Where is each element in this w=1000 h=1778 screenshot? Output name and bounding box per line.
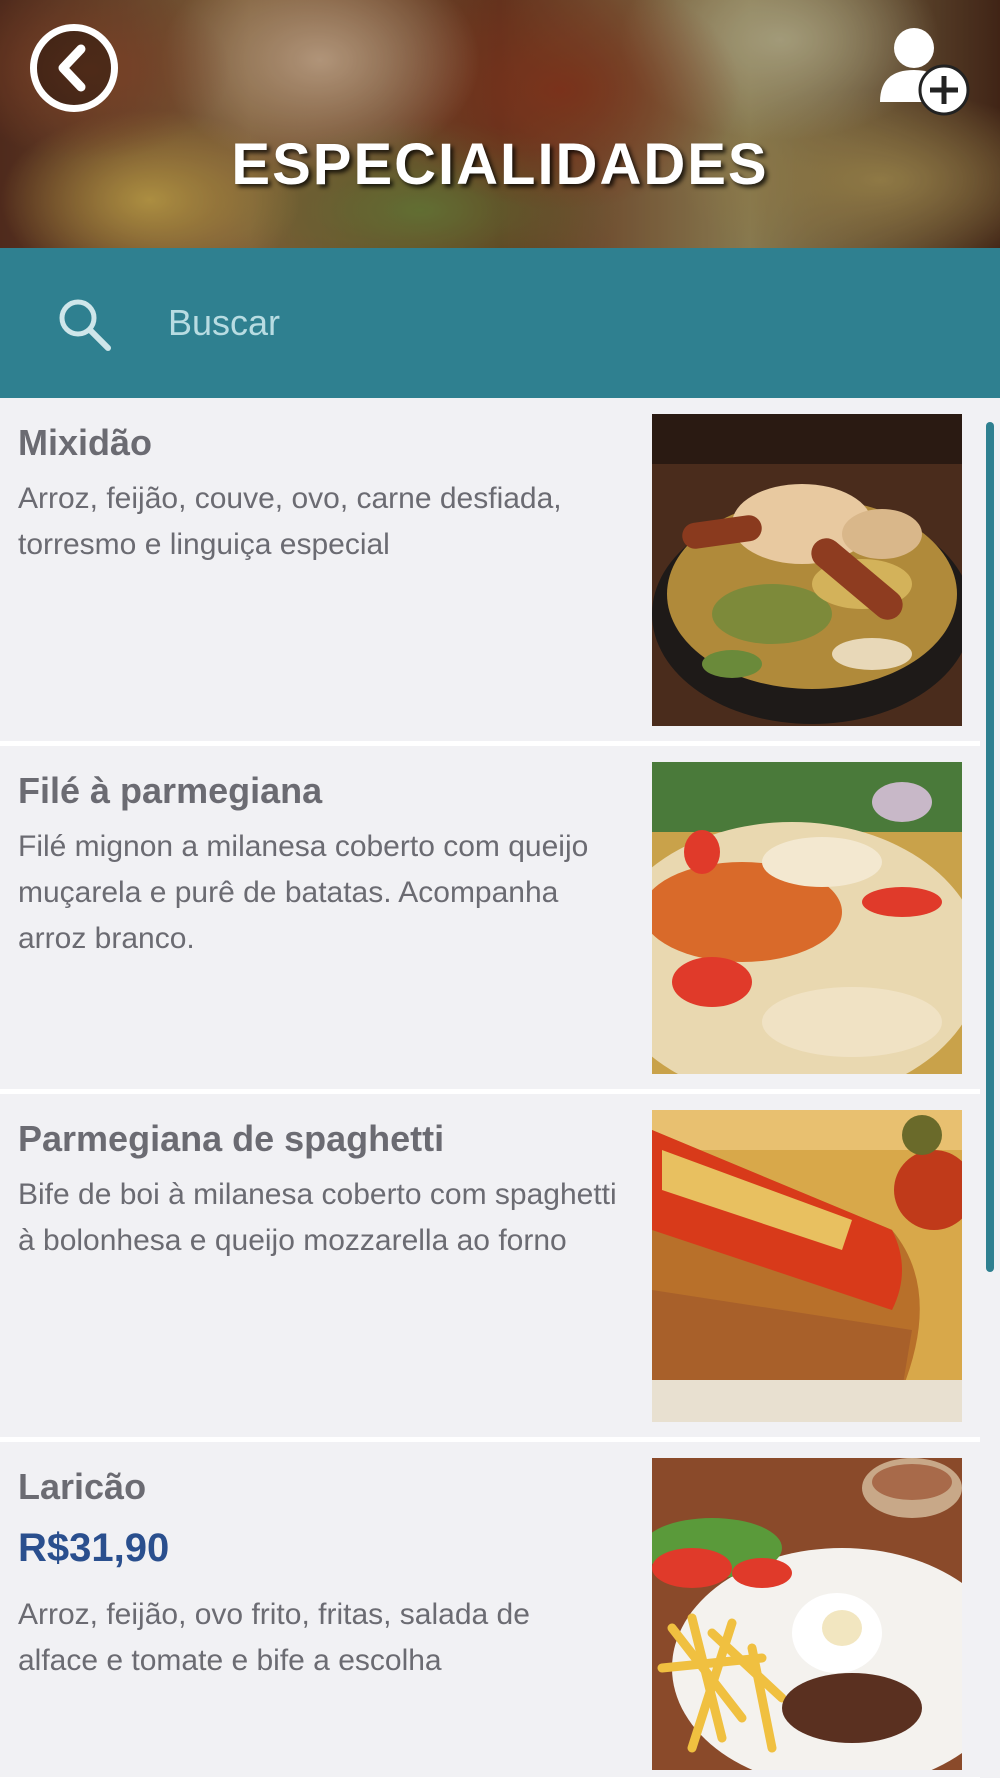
back-button[interactable] — [30, 24, 118, 112]
item-description: Arroz, feijão, couve, ovo, carne desfiad… — [18, 482, 562, 561]
list-item[interactable]: Mixidão Arroz, feijão, couve, ovo, carne… — [0, 398, 980, 746]
scrollbar[interactable] — [986, 422, 994, 1272]
header-banner: ESPECIALIDADES — [0, 0, 1000, 248]
app-screen: ESPECIALIDADES Mixidão Arroz, feijão, co… — [0, 0, 1000, 1778]
list-item[interactable]: Parmegiana de spaghetti Bife de boi à mi… — [0, 1094, 980, 1442]
add-user-button[interactable] — [872, 20, 972, 120]
list-item[interactable]: Filé à parmegiana Filé mignon a milanesa… — [0, 746, 980, 1094]
item-title: Mixidão — [18, 422, 153, 463]
item-description: Filé mignon a milanesa coberto com queij… — [18, 830, 589, 955]
dish-photo — [652, 414, 962, 726]
list-item[interactable]: Laricão R$31,90 Arroz, feijão, ovo frito… — [0, 1442, 980, 1778]
item-title: Parmegiana de spaghetti — [18, 1118, 445, 1159]
specialties-list: Mixidão Arroz, feijão, couve, ovo, carne… — [0, 398, 1000, 1778]
item-title: Laricão — [18, 1466, 147, 1507]
item-title: Filé à parmegiana — [18, 770, 323, 811]
search-icon[interactable] — [54, 294, 114, 354]
dish-photo — [652, 1110, 962, 1422]
search-input[interactable] — [168, 290, 928, 356]
item-description: Bife de boi à milanesa coberto com spagh… — [18, 1178, 617, 1257]
search-bar — [0, 248, 1000, 398]
item-price: R$31,90 — [18, 1526, 170, 1570]
dish-photo — [652, 762, 962, 1074]
page-title: ESPECIALIDADES — [231, 132, 769, 197]
chevron-left-icon — [58, 44, 86, 92]
add-user-icon — [880, 28, 970, 116]
dish-photo — [652, 1458, 962, 1770]
item-description: Arroz, feijão, ovo frito, fritas, salada… — [18, 1598, 530, 1677]
